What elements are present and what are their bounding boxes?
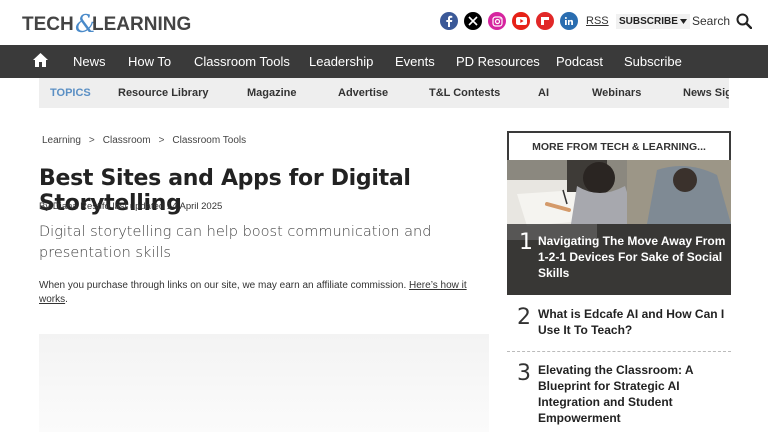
sidebar-item-number: 3 — [517, 361, 531, 386]
nav-item-news[interactable]: News — [73, 45, 106, 78]
search-icon — [736, 13, 753, 29]
logo-text-left: TECH — [22, 14, 74, 35]
nav-item-events[interactable]: Events — [395, 45, 435, 78]
nav-item-classroom-tools[interactable]: Classroom Tools — [194, 45, 290, 78]
topic-magazine[interactable]: Magazine — [247, 78, 297, 108]
flipboard-icon[interactable] — [536, 12, 554, 30]
logo-text-right: LEARNING — [92, 14, 191, 35]
article-subtitle: Digital storytelling can help boost comm… — [39, 224, 432, 261]
affiliate-disclaimer: When you purchase through links on our s… — [39, 279, 489, 307]
social-links: RSS — [440, 12, 609, 30]
nav-item-leadership[interactable]: Leadership — [309, 45, 373, 78]
sidebar-item-number: 2 — [517, 305, 531, 330]
nav-item-how-to[interactable]: How To — [128, 45, 171, 78]
topic-resource-library[interactable]: Resource Library — [118, 78, 208, 108]
site-header: TECH & LEARNING RSS SUBSCRIBE Search — [0, 0, 768, 45]
topic-news-sig[interactable]: News Sig — [683, 78, 729, 108]
search-label: Search — [692, 14, 731, 28]
sidebar-item-title[interactable]: What is Edcafe AI and How Can I Use It T… — [538, 306, 726, 338]
nav-item-subscribe[interactable]: Subscribe — [624, 45, 682, 78]
topic-ai[interactable]: AI — [538, 78, 549, 108]
sidebar-heading: MORE FROM TECH & LEARNING... — [507, 131, 731, 161]
chevron-down-icon — [679, 19, 687, 24]
topics-label: TOPICS — [50, 87, 91, 99]
site-logo[interactable]: TECH & LEARNING — [22, 10, 197, 36]
sidebar-item-title[interactable]: Navigating The Move Away From 1-2-1 Devi… — [538, 233, 726, 281]
instagram-icon[interactable] — [488, 12, 506, 30]
breadcrumb-item-classroom-tools[interactable]: Classroom Tools — [172, 135, 246, 146]
affiliate-text: When you purchase through links on our s… — [39, 280, 407, 291]
site-logo-graphic: TECH & LEARNING — [22, 10, 191, 36]
article-hero-image — [39, 334, 489, 432]
main-navigation: News How To Classroom Tools Leadership E… — [0, 45, 768, 78]
sidebar-divider — [507, 351, 731, 352]
topic-tl-contests[interactable]: T&L Contests — [429, 78, 500, 108]
search-button[interactable]: Search — [692, 13, 753, 29]
subscribe-dropdown[interactable]: SUBSCRIBE — [616, 14, 690, 29]
topics-bar: TOPICS Resource Library Magazine Adverti… — [39, 78, 729, 108]
rss-link[interactable]: RSS — [586, 15, 609, 27]
affiliate-end: . — [65, 294, 68, 305]
youtube-icon[interactable] — [512, 12, 530, 30]
sidebar-item-title[interactable]: Elevating the Classroom: A Blueprint for… — [538, 362, 726, 426]
sidebar-item[interactable]: 2 What is Edcafe AI and How Can I Use It… — [507, 305, 731, 347]
sidebar-featured-item[interactable]: 1 Navigating The Move Away From 1-2-1 De… — [507, 160, 731, 295]
x-icon[interactable] — [464, 12, 482, 30]
breadcrumb-separator: > — [158, 135, 165, 146]
sidebar-item[interactable]: 3 Elevating the Classroom: A Blueprint f… — [507, 361, 731, 431]
nav-item-podcast[interactable]: Podcast — [556, 45, 603, 78]
linkedin-icon[interactable] — [560, 12, 578, 30]
breadcrumb-item-classroom[interactable]: Classroom — [103, 135, 151, 146]
topic-webinars[interactable]: Webinars — [592, 78, 641, 108]
home-icon[interactable] — [33, 53, 48, 72]
breadcrumb-item-learning[interactable]: Learning — [42, 135, 81, 146]
sidebar-item-number: 1 — [519, 230, 533, 255]
facebook-icon[interactable] — [440, 12, 458, 30]
nav-item-pd-resources[interactable]: PD Resources — [456, 45, 540, 78]
breadcrumb-separator: > — [88, 135, 95, 146]
breadcrumb: Learning > Classroom > Classroom Tools — [42, 135, 246, 146]
article-byline: By Diana Restifo last updated 14 April 2… — [39, 201, 223, 212]
subscribe-label: SUBSCRIBE — [619, 16, 678, 27]
topic-advertise[interactable]: Advertise — [338, 78, 388, 108]
